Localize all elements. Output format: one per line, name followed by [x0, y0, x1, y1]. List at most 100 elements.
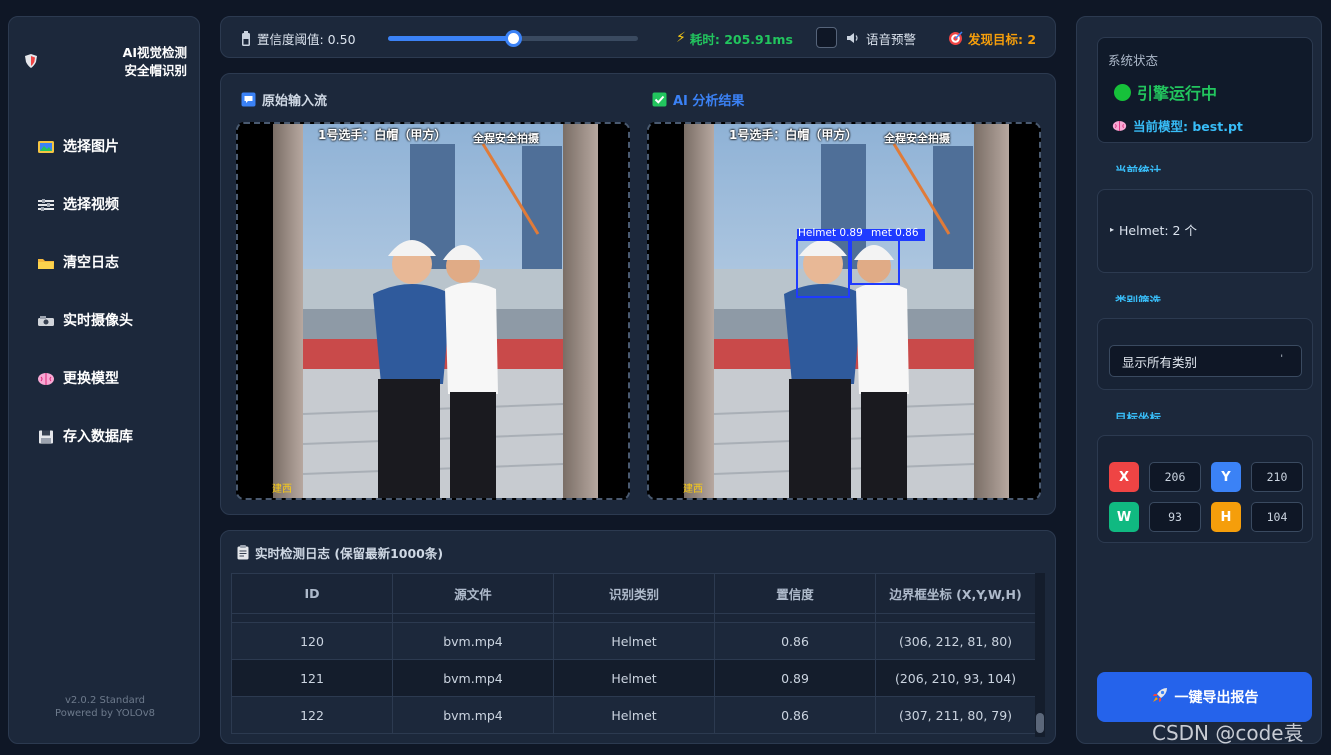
col-bbox[interactable]: 边界框坐标 (X,Y,W,H): [875, 573, 1036, 614]
sidebar: AI视觉检测 安全帽识别 选择图片 选择视频 清空日志 实时摄像头 更换模型 存…: [8, 16, 200, 744]
stats-section-label: 当前统计: [1115, 164, 1161, 172]
confidence-group: 置信度阈值: 0.50: [241, 17, 356, 59]
check-icon: [652, 92, 667, 107]
model-label: 当前模型: best.pt: [1133, 119, 1243, 134]
class-filter-select[interactable]: 显示所有类别 ': [1109, 345, 1302, 377]
x-value: 206: [1149, 462, 1201, 492]
result-label: AI 分析结果: [673, 94, 745, 109]
status-panel: 系统状态 引擎运行中 当前模型: best.pt 当前统计 ▸ Helmet: …: [1076, 16, 1322, 744]
rocket-icon: [1151, 686, 1169, 708]
filter-card: 显示所有类别 ': [1097, 318, 1313, 390]
result-title: AI 分析结果: [652, 90, 744, 109]
cell-class: Helmet: [553, 659, 715, 697]
select-video-button[interactable]: 选择视频: [37, 188, 187, 220]
voice-alert-checkbox[interactable]: [816, 27, 837, 48]
found-label: 发现目标: 2: [968, 31, 1037, 47]
stats-row: ▸ Helmet: 2 个: [1110, 220, 1197, 239]
stats-text: Helmet: 2 个: [1119, 223, 1197, 238]
class-filter-value: 显示所有类别: [1122, 354, 1198, 370]
video-icon: [37, 197, 55, 211]
time-label: 耗时: 205.91ms: [689, 31, 793, 47]
export-report-button[interactable]: 一键导出报告: [1097, 672, 1312, 722]
engine-status: 引擎运行中: [1114, 80, 1217, 104]
voice-label: 语音预警: [866, 31, 917, 47]
confidence-slider[interactable]: [388, 30, 638, 47]
col-id[interactable]: ID: [231, 573, 393, 614]
cell-bbox: (206, 210, 93, 104): [875, 659, 1036, 697]
result-video-frame: Helmet 0.89 met 0.86 1号选手：白帽（甲方） 全程安全拍摄 …: [647, 122, 1041, 500]
save-database-button[interactable]: 存入数据库: [37, 420, 187, 452]
powered-text: Powered by YOLOv8: [55, 708, 155, 719]
model-info: 当前模型: best.pt: [1112, 116, 1243, 135]
cell-confidence: 0.86: [714, 622, 876, 660]
log-title: 实时检测日志 (保留最新1000条): [237, 543, 443, 562]
cell-source: bvm.mp4: [392, 622, 554, 660]
caption-text-2: 全程安全拍摄: [884, 132, 950, 145]
save-database-label: 存入数据库: [63, 429, 133, 445]
coords-section-label: 目标坐标: [1115, 411, 1161, 419]
cell-class: Helmet: [553, 622, 715, 660]
input-video-frame: 1号选手：白帽（甲方） 全程安全拍摄 建西: [236, 122, 630, 500]
h-value: 104: [1251, 502, 1303, 532]
caption-text-2: 全程安全拍摄: [473, 132, 539, 145]
col-class[interactable]: 识别类别: [553, 573, 715, 614]
image-icon: [37, 139, 55, 153]
clear-log-button[interactable]: 清空日志: [37, 246, 187, 278]
change-model-button[interactable]: 更换模型: [37, 362, 187, 394]
found-group: 发现目标: 2: [948, 17, 1036, 59]
cell-source: bvm.mp4: [392, 659, 554, 697]
video-panel: 原始输入流 AI 分析结果 1号选手：白帽（甲方） 全程安全拍摄 建西 Helm…: [220, 73, 1056, 515]
table-row[interactable]: 120 bvm.mp4 Helmet 0.86 (306, 212, 81, 8…: [231, 622, 1036, 660]
col-source[interactable]: 源文件: [392, 573, 554, 614]
floppy-icon: [37, 429, 55, 444]
camera-icon: [37, 313, 55, 327]
voice-group: 语音预警: [846, 17, 916, 59]
select-video-label: 选择视频: [63, 197, 119, 213]
col-confidence[interactable]: 置信度: [714, 573, 876, 614]
live-camera-button[interactable]: 实时摄像头: [37, 304, 187, 336]
corner-text: 建西: [272, 484, 292, 495]
live-camera-label: 实时摄像头: [63, 313, 133, 329]
detection-label-1: Helmet 0.89: [798, 227, 863, 239]
table-row[interactable]: 121 bvm.mp4 Helmet 0.89 (206, 210, 93, 1…: [231, 659, 1036, 697]
chat-icon: [241, 92, 256, 107]
clear-log-label: 清空日志: [63, 255, 119, 271]
y-badge: Y: [1211, 462, 1241, 492]
slider-thumb[interactable]: [505, 30, 522, 47]
system-status-title: 系统状态: [1108, 53, 1159, 68]
system-status-card: 系统状态 引擎运行中 当前模型: best.pt: [1097, 37, 1313, 143]
cell-confidence: 0.86: [714, 696, 876, 734]
table-row[interactable]: 122 bvm.mp4 Helmet 0.86 (307, 211, 80, 7…: [231, 696, 1036, 734]
folder-icon: [37, 255, 55, 269]
clipboard-icon: [237, 545, 249, 560]
x-badge: X: [1109, 462, 1139, 492]
cell-id: 122: [231, 696, 393, 734]
cell-bbox: (307, 211, 80, 79): [875, 696, 1036, 734]
log-scrollbar[interactable]: [1035, 573, 1045, 737]
scrollbar-thumb[interactable]: [1036, 713, 1044, 733]
engine-status-label: 引擎运行中: [1137, 84, 1218, 103]
h-badge: H: [1211, 502, 1241, 532]
time-group: ⚡ 耗时: 205.91ms: [676, 17, 793, 59]
log-table: ID 源文件 识别类别 置信度 边界框坐标 (X,Y,W,H) 120 bvm.…: [231, 573, 1036, 734]
lightning-icon: ⚡: [676, 30, 686, 46]
cell-confidence: 0.89: [714, 659, 876, 697]
version-text: v2.0.2 Standard: [64, 695, 146, 706]
cell-source: bvm.mp4: [392, 696, 554, 734]
slider-fill: [388, 36, 513, 41]
export-report-label: 一键导出报告: [1174, 690, 1259, 706]
corner-text: 建西: [683, 484, 703, 495]
cell-id: 121: [231, 659, 393, 697]
brand-title: AI视觉检测 安全帽识别: [79, 44, 187, 80]
select-image-button[interactable]: 选择图片: [37, 130, 187, 162]
input-stream-title: 原始输入流: [241, 90, 327, 109]
caption-text: 1号选手：白帽（甲方）: [729, 128, 858, 142]
change-model-label: 更换模型: [63, 371, 119, 387]
cell-class: Helmet: [553, 696, 715, 734]
log-header-row: ID 源文件 识别类别 置信度 边界框坐标 (X,Y,W,H): [231, 573, 1036, 614]
brain-icon: [37, 371, 55, 385]
w-badge: W: [1109, 502, 1139, 532]
table-spacer: [231, 613, 1036, 623]
battery-icon: [242, 30, 250, 46]
brand-line2: 安全帽识别: [124, 63, 187, 78]
